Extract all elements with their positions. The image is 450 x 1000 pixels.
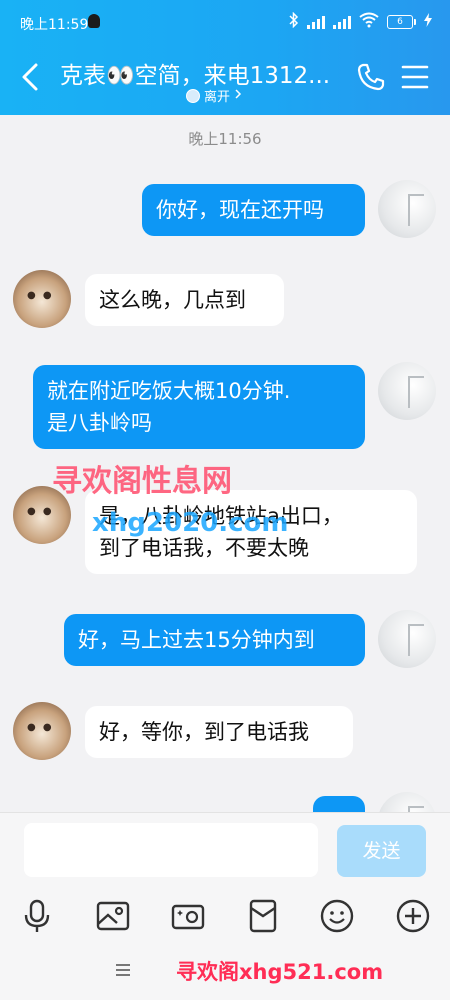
menu-icon[interactable] bbox=[401, 64, 429, 90]
microphone-icon[interactable] bbox=[19, 898, 55, 934]
emoji-icon[interactable] bbox=[319, 898, 355, 934]
charging-icon bbox=[424, 13, 432, 30]
composer-toolbar bbox=[0, 888, 450, 944]
message-bubble-self[interactable]: 好，马上过去15分钟内到 bbox=[64, 614, 365, 666]
avatar-self[interactable] bbox=[378, 610, 436, 668]
status-time: 晚上11:59 bbox=[20, 17, 89, 33]
chevron-right-icon bbox=[234, 88, 242, 104]
message-bubble-self[interactable]: 你好，现在还开吗 bbox=[142, 184, 365, 236]
bluetooth-icon bbox=[289, 11, 299, 31]
avatar-self[interactable] bbox=[378, 180, 436, 238]
message-timestamp: 晚上11:56 bbox=[188, 130, 262, 148]
signal-2-icon bbox=[333, 15, 351, 29]
battery-level: 6 bbox=[387, 14, 413, 29]
back-arrow-icon[interactable] bbox=[18, 62, 44, 92]
chat-header: 晚上11:59 6 克表👀空简，来电1312... 离开 bbox=[0, 0, 450, 115]
message-input[interactable] bbox=[24, 823, 318, 877]
send-button[interactable]: 发送 bbox=[337, 825, 426, 877]
image-icon[interactable] bbox=[95, 898, 131, 934]
avatar-peer[interactable] bbox=[13, 702, 71, 760]
red-packet-icon[interactable] bbox=[245, 898, 281, 934]
message-bubble-self[interactable]: 就在附近吃饭大概10分钟. 是八卦岭吗 bbox=[33, 365, 365, 449]
phone-call-icon[interactable] bbox=[356, 62, 386, 92]
qq-notification-icon bbox=[88, 14, 100, 28]
status-bar: 晚上11:59 6 bbox=[0, 0, 450, 42]
chat-title[interactable]: 克表👀空简，来电1312... bbox=[60, 56, 340, 90]
camera-icon[interactable] bbox=[170, 898, 206, 934]
signal-icon bbox=[307, 15, 325, 29]
presence-label: 离开 bbox=[204, 90, 231, 105]
wifi-icon bbox=[359, 12, 379, 31]
nav-menu-icon[interactable] bbox=[116, 964, 130, 976]
system-nav-bar bbox=[0, 944, 450, 1000]
presence-status[interactable]: 离开 bbox=[186, 86, 242, 105]
message-bubble-peer[interactable]: 这么晚，几点到 bbox=[85, 274, 284, 326]
message-composer: 发送 bbox=[0, 812, 450, 889]
message-bubble-peer[interactable]: 是，八卦岭地铁站a出口， 到了电话我，不要太晚 bbox=[85, 490, 417, 574]
presence-icon bbox=[186, 88, 200, 103]
message-bubble-peer[interactable]: 好，等你，到了电话我 bbox=[85, 706, 353, 758]
title-bar: 克表👀空简，来电1312... 离开 bbox=[0, 48, 450, 108]
avatar-peer[interactable] bbox=[13, 486, 71, 544]
avatar-peer[interactable] bbox=[13, 270, 71, 328]
status-indicators: 6 bbox=[289, 11, 432, 31]
battery-icon: 6 bbox=[387, 14, 416, 29]
plus-icon[interactable] bbox=[395, 898, 431, 934]
avatar-self[interactable] bbox=[378, 362, 436, 420]
